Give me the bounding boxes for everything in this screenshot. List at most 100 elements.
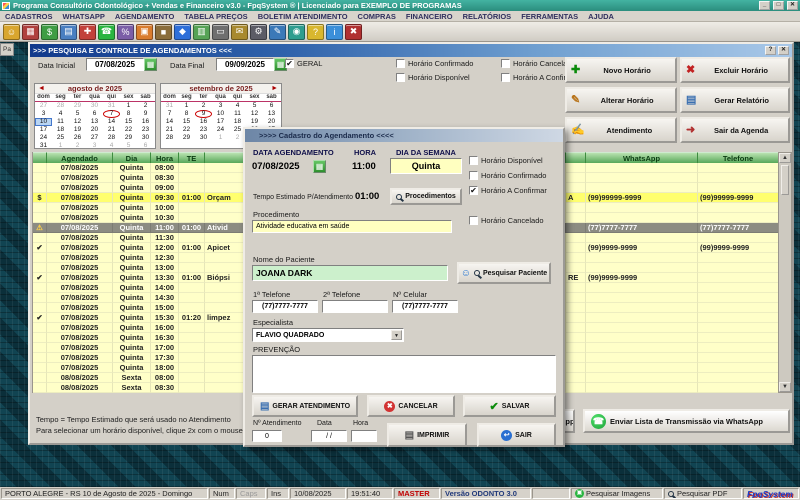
phone1-input[interactable]: (77)7777-7777 — [252, 300, 318, 313]
calendar-day[interactable]: 14 — [161, 118, 178, 126]
search-images-button[interactable]: ▣ Pesquisar Imagens — [571, 488, 663, 499]
appointment-date-value[interactable]: 07/08/2025 — [252, 161, 300, 172]
calendar-day[interactable]: 18 — [52, 126, 69, 134]
calendar-day[interactable]: 11 — [229, 110, 246, 118]
column-header-te[interactable]: TE — [179, 152, 205, 163]
prices-icon[interactable]: % — [117, 23, 134, 40]
report-button[interactable]: ▤ Gerar Relatório — [680, 87, 790, 113]
calendar-day[interactable]: 7 — [161, 110, 178, 118]
menu-item-boletim-atendimento[interactable]: BOLETIM ATENDIMENTO — [253, 12, 353, 21]
search-patient-button[interactable]: ☺ Pesquisar Paciente — [457, 262, 551, 284]
calendar-day[interactable]: 11 — [52, 118, 69, 126]
patients-icon[interactable]: ☺ — [3, 23, 20, 40]
menu-item-relat-rios[interactable]: RELATÓRIOS — [458, 12, 517, 21]
calendar-day[interactable]: 23 — [195, 126, 212, 134]
scroll-up-icon[interactable]: ▲ — [779, 153, 791, 163]
reports-icon[interactable]: ▥ — [193, 23, 210, 40]
calendar-day[interactable]: 30 — [137, 134, 154, 142]
table-scrollbar[interactable]: ▲ ▼ — [778, 152, 792, 393]
exit-icon[interactable]: ✖ — [345, 23, 362, 40]
calendar-day[interactable]: 19 — [246, 118, 263, 126]
budget-icon[interactable]: ▤ — [60, 23, 77, 40]
scroll-thumb[interactable] — [781, 165, 789, 195]
calendar-day[interactable]: 6 — [137, 142, 154, 150]
menu-item-ajuda[interactable]: AJUDA — [583, 12, 619, 21]
side-panel-tab[interactable]: Pa — [0, 43, 14, 56]
calendar-day[interactable]: 22 — [178, 126, 195, 134]
printer-icon[interactable]: ▭ — [212, 23, 229, 40]
calendar-day[interactable]: 1 — [52, 142, 69, 150]
attendance-date-input[interactable]: / / — [311, 430, 347, 442]
calendar-day[interactable]: 16 — [137, 118, 154, 126]
appointment-time-value[interactable]: 11:00 — [352, 161, 376, 172]
calendar-day[interactable]: 12 — [69, 118, 86, 126]
calendar-day[interactable]: 3 — [86, 142, 103, 150]
procedure-field[interactable]: Atividade educativa em saúde — [252, 220, 452, 233]
notes-icon[interactable]: ✎ — [269, 23, 286, 40]
estimated-time-value[interactable]: 01:00 — [355, 191, 379, 202]
window-help-button[interactable]: ? — [765, 46, 776, 55]
modal-check-2[interactable]: ✔ Horário A Confirmar — [469, 186, 547, 195]
calendar-day[interactable]: 5 — [246, 102, 263, 110]
calendar-day[interactable]: 15 — [178, 118, 195, 126]
start-date-input[interactable]: 07/08/2025 — [86, 58, 144, 71]
procedures-button[interactable]: Procedimentos — [390, 188, 462, 205]
calendar-day[interactable]: 27 — [86, 134, 103, 142]
calendar-day[interactable]: 25 — [52, 134, 69, 142]
attendance-num-input[interactable]: 0 — [252, 430, 282, 442]
calendar-day[interactable]: 10 — [35, 118, 52, 126]
calendar-day[interactable]: 21 — [103, 126, 120, 134]
calendar-day[interactable]: 1 — [120, 102, 137, 110]
filter-check-1[interactable]: Horário Confirmado — [396, 59, 473, 68]
calendar-day[interactable]: 28 — [161, 134, 178, 142]
calendar-day[interactable]: 1 — [178, 102, 195, 110]
calendar-day[interactable]: 18 — [229, 118, 246, 126]
patient-name-input[interactable]: JOANA DARK — [252, 265, 448, 281]
exit-button[interactable]: ↩ SAIR — [477, 423, 556, 447]
calendar-day[interactable]: 10 — [212, 110, 229, 118]
column-header-date[interactable]: Agendado — [47, 152, 113, 163]
specialist-select[interactable]: FLAVIO QUADRADO ▼ — [252, 328, 404, 342]
calendar-day[interactable]: 4 — [103, 142, 120, 150]
calendar-day[interactable]: 31 — [35, 142, 52, 150]
edit-schedule-button[interactable]: ✎ Alterar Horário — [565, 87, 677, 113]
calendar-day[interactable]: 16 — [195, 118, 212, 126]
calendar-day[interactable]: 27 — [35, 102, 52, 110]
calendar-day[interactable]: 3 — [212, 102, 229, 110]
start-date-calendar-button[interactable]: ▦ — [144, 58, 157, 71]
menu-item-ferramentas[interactable]: FERRAMENTAS — [516, 12, 583, 21]
column-header-icon[interactable] — [33, 152, 47, 163]
calendar-day[interactable]: 26 — [69, 134, 86, 142]
calendar-day[interactable]: 13 — [263, 110, 280, 118]
calendar-day[interactable]: 28 — [103, 134, 120, 142]
purchases-icon[interactable]: ▣ — [136, 23, 153, 40]
calendar-day[interactable]: 1 — [212, 134, 229, 142]
column-header-whatsapp[interactable]: WhatsApp — [586, 152, 698, 163]
calendar-day[interactable]: 30 — [86, 102, 103, 110]
prevention-textarea[interactable] — [252, 355, 556, 393]
search-pdf-button[interactable]: Pesquisar PDF — [664, 488, 742, 499]
menu-item-tabela-pre-os[interactable]: TABELA PREÇOS — [179, 12, 252, 21]
column-header-time[interactable]: Hora — [151, 152, 179, 163]
calendar-day[interactable]: 4 — [229, 102, 246, 110]
filter-check-3[interactable]: Horário Disponível — [396, 73, 470, 82]
calendar-day[interactable]: 6 — [263, 102, 280, 110]
calendar-day[interactable]: 15 — [120, 118, 137, 126]
calendar-prev-icon[interactable]: ◄ — [38, 84, 45, 94]
cash-icon[interactable]: $ — [41, 23, 58, 40]
agenda-icon[interactable]: ▦ — [22, 23, 39, 40]
calendar-day[interactable]: 29 — [120, 134, 137, 142]
calendar-day[interactable]: 24 — [35, 134, 52, 142]
cell-input[interactable]: (77)7777-7777 — [392, 300, 458, 313]
calendar-day[interactable]: 13 — [86, 118, 103, 126]
calendar-day[interactable]: 2 — [195, 102, 212, 110]
calendar-day[interactable]: 8 — [120, 110, 137, 118]
whatsapp-icon[interactable]: ☎ — [98, 23, 115, 40]
calendar-day[interactable]: 31 — [103, 102, 120, 110]
menu-item-compras[interactable]: COMPRAS — [353, 12, 401, 21]
maximize-button[interactable]: □ — [773, 1, 784, 10]
calendar-day[interactable]: 31 — [161, 102, 178, 110]
calendar-day[interactable]: 2 — [69, 142, 86, 150]
cancel-button[interactable]: ✖ CANCELAR — [367, 395, 455, 417]
procedures-icon[interactable]: ✚ — [79, 23, 96, 40]
